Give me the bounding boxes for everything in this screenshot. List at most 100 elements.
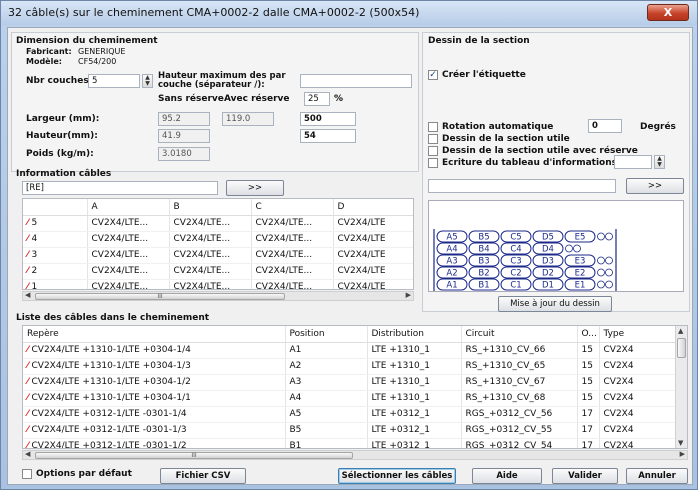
cable-col-header-ordre[interactable]: O...	[577, 326, 600, 343]
table-row[interactable]: ⁄ CV2X4/LTE +0312-1/LTE -0301-1/4 A5 LTE …	[23, 406, 676, 423]
aide-button[interactable]: Aide	[472, 468, 542, 484]
info-cell[interactable]: CV2X4/LTE...	[87, 279, 170, 289]
rotation-input[interactable]: 0	[588, 119, 622, 133]
options-defaut-checkbox[interactable]	[22, 469, 32, 479]
scrollbar-thumb[interactable]: III	[35, 452, 353, 459]
cable-col-header-position[interactable]: Position	[285, 326, 368, 343]
select-cables-button[interactable]: Sélectionner les câbles	[338, 468, 456, 484]
nbr-couches-spinner[interactable]: ▲ ▼	[142, 74, 153, 88]
table-row[interactable]: ⁄ CV2X4/LTE +1310-1/LTE +0304-1/2 A3 LTE …	[23, 374, 676, 391]
section-filter-input[interactable]	[428, 179, 616, 193]
info-cell[interactable]: CV2X4/LTE...	[251, 263, 334, 280]
poids-value: 3.0180	[158, 147, 210, 161]
small-cable-circle	[605, 280, 613, 289]
info-cell[interactable]: CV2X4/LTE...	[169, 215, 252, 232]
repere-text: CV2X4/LTE +1310-1/LTE +0304-1/1	[31, 393, 191, 403]
hauteur-max-input[interactable]	[300, 74, 412, 88]
cable-col-header-type[interactable]: Type	[599, 326, 676, 343]
scroll-left-icon[interactable]: ◀	[25, 450, 30, 458]
update-drawing-button[interactable]: Mise à jour du dessin	[498, 296, 612, 312]
csv-button[interactable]: Fichier CSV	[160, 468, 246, 484]
pencil-icon: ⁄	[27, 361, 29, 371]
info-layer-row[interactable]: ⁄ 4 CV2X4/LTE... CV2X4/LTE... CV2X4/LTE..…	[23, 231, 413, 248]
cable-capsule-label: B5	[478, 233, 489, 243]
info-cell[interactable]: CV2X4/LTE...	[87, 247, 170, 264]
repere-cell: ⁄ CV2X4/LTE +1310-1/LTE +0304-1/3	[23, 358, 286, 375]
rotation-checkbox[interactable]	[428, 122, 438, 132]
info-col-header[interactable]: C	[251, 199, 334, 216]
cable-col-header-distribution[interactable]: Distribution	[367, 326, 462, 343]
info-cell[interactable]: CV2X4/LTE	[333, 247, 413, 264]
table-row[interactable]: ⁄ CV2X4/LTE +0312-1/LTE -0301-1/2 B1 LTE …	[23, 438, 676, 448]
cable-col-header-repere[interactable]: Repère	[23, 326, 286, 343]
dessin-utile-reserve-checkbox[interactable]	[428, 146, 438, 156]
annuler-button[interactable]: Annuler	[626, 468, 688, 484]
info-cell[interactable]: CV2X4/LTE	[333, 279, 413, 289]
position-cell: A2	[285, 358, 368, 375]
scroll-down-icon[interactable]: ▼	[678, 439, 683, 447]
info-cell[interactable]: CV2X4/LTE...	[169, 247, 252, 264]
ecriture-spinner[interactable]: ▲ ▼	[654, 155, 665, 169]
info-col-header[interactable]: D	[333, 199, 413, 216]
info-layer-row[interactable]: ⁄ 1 CV2X4/LTE... CV2X4/LTE... CV2X4/LTE..…	[23, 279, 413, 289]
table-row[interactable]: ⁄ CV2X4/LTE +1310-1/LTE +0304-1/3 A2 LTE …	[23, 358, 676, 375]
info-layer-cell: ⁄ 2	[23, 263, 88, 280]
info-cell[interactable]: CV2X4/LTE...	[87, 231, 170, 248]
info-cables-filter-button[interactable]: >>	[226, 180, 284, 196]
largeur-input[interactable]: 500	[300, 112, 356, 126]
table-row[interactable]: ⁄ CV2X4/LTE +1310-1/LTE +0304-1/1 A4 LTE …	[23, 390, 676, 407]
info-col-header[interactable]	[23, 199, 88, 216]
info-cell[interactable]: CV2X4/LTE	[333, 215, 413, 232]
cable-list-hscrollbar[interactable]: ◀ III ▶	[22, 450, 688, 460]
modele-label: Modèle:	[26, 57, 62, 66]
creer-etiquette-checkbox[interactable]: ✓	[428, 70, 438, 80]
cable-list-grid: Repère Position Distribution Circuit O..…	[22, 325, 688, 449]
cable-capsule-label: D4	[542, 245, 554, 255]
dessin-utile-checkbox[interactable]	[428, 134, 438, 144]
hauteur-input[interactable]: 54	[300, 129, 356, 143]
cable-col-header-circuit[interactable]: Circuit	[461, 326, 578, 343]
info-cell[interactable]: CV2X4/LTE...	[251, 231, 334, 248]
nbr-couches-input[interactable]: 5	[88, 74, 140, 88]
scroll-left-icon[interactable]: ◀	[25, 291, 30, 299]
small-cable-circle	[597, 280, 605, 289]
reserve-percent-input[interactable]: 25	[304, 92, 330, 106]
info-cell[interactable]: CV2X4/LTE...	[169, 263, 252, 280]
info-cell[interactable]: CV2X4/LTE...	[169, 231, 252, 248]
cable-list-vscrollbar[interactable]: ▲ ▼	[675, 326, 687, 448]
scrollbar-thumb[interactable]: III	[35, 293, 285, 300]
table-row[interactable]: ⁄ CV2X4/LTE +0312-1/LTE -0301-1/3 B5 LTE …	[23, 422, 676, 439]
info-col-header[interactable]: B	[169, 199, 252, 216]
scroll-right-icon[interactable]: ▶	[406, 291, 411, 299]
table-row[interactable]: ⁄ CV2X4/LTE +1310-1/LTE +0304-1/4 A1 LTE …	[23, 342, 676, 359]
type-cell: CV2X4	[599, 390, 676, 407]
ecriture-input[interactable]	[614, 155, 652, 169]
section-filter-button[interactable]: >>	[626, 178, 684, 194]
ecriture-checkbox[interactable]	[428, 158, 438, 168]
info-layer-row[interactable]: ⁄ 3 CV2X4/LTE... CV2X4/LTE... CV2X4/LTE..…	[23, 247, 413, 264]
scroll-right-icon[interactable]: ▶	[680, 450, 685, 458]
info-cell[interactable]: CV2X4/LTE	[333, 231, 413, 248]
dimension-header: Dimension du cheminement	[16, 36, 158, 46]
scroll-up-icon[interactable]: ▲	[678, 327, 683, 335]
info-cell[interactable]: CV2X4/LTE...	[251, 215, 334, 232]
info-cell[interactable]: CV2X4/LTE...	[87, 263, 170, 280]
info-cell[interactable]: CV2X4/LTE...	[169, 279, 252, 289]
cable-capsule-label: C5	[510, 233, 521, 243]
info-cables-filter-input[interactable]: [RE]	[22, 181, 218, 195]
hauteur-max-label: Hauteur maximum des par couche (séparate…	[158, 71, 286, 90]
vscrollbar-thumb[interactable]	[677, 338, 686, 358]
info-cell[interactable]: CV2X4/LTE	[333, 263, 413, 280]
info-cell[interactable]: CV2X4/LTE...	[251, 247, 334, 264]
info-cell[interactable]: CV2X4/LTE...	[251, 279, 334, 289]
valider-button[interactable]: Valider	[552, 468, 618, 484]
info-layer-row[interactable]: ⁄ 5 CV2X4/LTE... CV2X4/LTE... CV2X4/LTE..…	[23, 215, 413, 232]
distribution-cell: LTE +1310_1	[367, 390, 462, 407]
info-cell[interactable]: CV2X4/LTE...	[87, 215, 170, 232]
info-cables-hscrollbar[interactable]: ◀ III ▶	[22, 291, 414, 301]
info-layer-row[interactable]: ⁄ 2 CV2X4/LTE... CV2X4/LTE... CV2X4/LTE..…	[23, 263, 413, 280]
close-button[interactable]: X	[647, 4, 689, 21]
info-col-header[interactable]: A	[87, 199, 170, 216]
poids-label: Poids (kg/m):	[26, 149, 94, 159]
cable-capsule-label: E1	[575, 281, 586, 291]
